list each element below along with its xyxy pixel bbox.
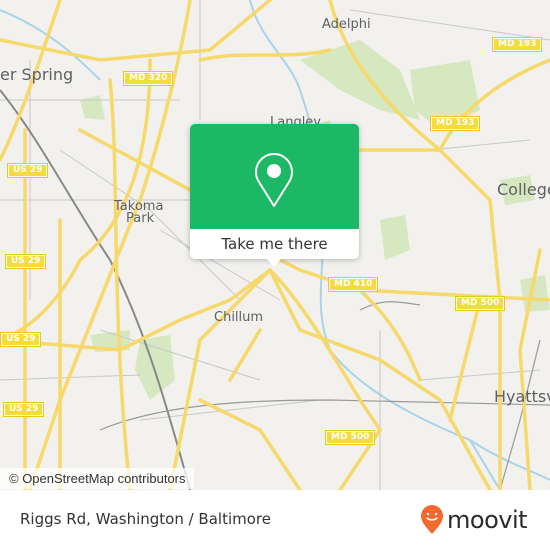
take-me-there-button[interactable]: Take me there bbox=[190, 229, 359, 259]
moovit-pin-icon bbox=[421, 505, 443, 534]
place-label: Park bbox=[126, 211, 155, 226]
route-shield: MD 500 bbox=[324, 430, 376, 445]
route-shield: MD 193 bbox=[429, 116, 481, 131]
brand-name: moovit bbox=[447, 506, 528, 534]
moovit-logo[interactable]: moovit bbox=[420, 505, 528, 535]
map-pin-icon bbox=[255, 153, 293, 207]
map[interactable]: er Spring Adelphi Langley Takoma Park Co… bbox=[0, 0, 550, 490]
map-attribution[interactable]: © OpenStreetMap contributors bbox=[0, 468, 194, 489]
route-shield: US 29 bbox=[6, 163, 49, 178]
location-popup: Take me there bbox=[190, 124, 359, 267]
popup-pointer bbox=[267, 259, 281, 267]
place-label: er Spring bbox=[0, 65, 74, 84]
route-shield: MD 320 bbox=[122, 71, 174, 86]
route-shield: US 29 bbox=[2, 402, 45, 417]
place-label: College bbox=[497, 180, 550, 199]
route-shield: MD 193 bbox=[491, 37, 543, 52]
route-shield: US 29 bbox=[0, 332, 42, 347]
place-label: Chillum bbox=[214, 310, 264, 325]
route-shield: US 29 bbox=[4, 254, 47, 269]
route-shield: MD 410 bbox=[327, 277, 379, 292]
route-shield: MD 500 bbox=[454, 296, 506, 311]
place-label: Hyattsvil bbox=[494, 387, 550, 406]
place-label: Adelphi bbox=[322, 17, 371, 32]
address-label: Riggs Rd, Washington / Baltimore bbox=[20, 510, 271, 528]
popup-header bbox=[190, 124, 359, 229]
